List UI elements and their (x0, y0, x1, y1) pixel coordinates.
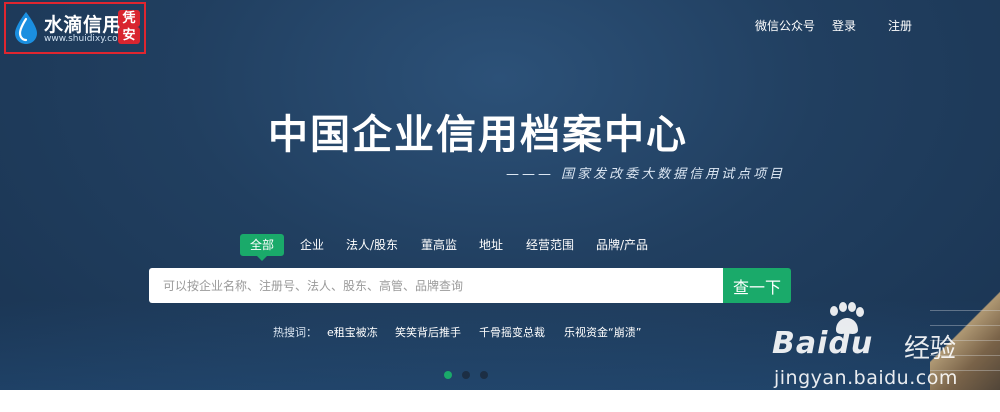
logo-seal: 凭 安 (118, 10, 140, 44)
tab-company[interactable]: 企业 (300, 234, 324, 256)
watermark-brand-du: du (828, 326, 874, 361)
carousel-dot-1[interactable] (444, 371, 452, 379)
logo[interactable]: 水滴信用 www.shuidixy.com 凭 安 (4, 2, 146, 54)
seal-line-1: 凭 (118, 10, 140, 27)
hot-search-item[interactable]: e租宝被冻 (327, 324, 378, 340)
hot-search-item[interactable]: 乐视资金“崩溃” (564, 324, 641, 340)
hot-search-item[interactable]: 千骨摇变总裁 (479, 324, 545, 340)
logo-url: www.shuidixy.com (44, 34, 127, 44)
nav-login[interactable]: 登录 (832, 17, 856, 34)
baidu-jingyan-watermark: Baidu 经验 jingyan.baidu.com (772, 300, 972, 395)
logo-title: 水滴信用 (44, 14, 123, 36)
carousel-dot-2[interactable] (462, 371, 470, 379)
watermark-jingyan: 经验 (904, 334, 957, 364)
tab-executives[interactable]: 董高监 (421, 234, 457, 256)
page-subtitle: ——— 国家发改委大数据信用试点项目 (506, 167, 786, 182)
tab-legal-person[interactable]: 法人/股东 (346, 234, 398, 256)
page: 水滴信用 www.shuidixy.com 凭 安 微信公众号 登录 注册 中国… (0, 0, 1000, 412)
watermark-url: jingyan.baidu.com (774, 367, 958, 389)
page-title: 中国企业信用档案中心 (268, 112, 688, 158)
search-button[interactable]: 查一下 (723, 268, 791, 303)
watermark-brand: Baidu (772, 326, 873, 361)
search-input[interactable] (149, 268, 723, 303)
water-drop-icon (15, 12, 37, 44)
tab-brand[interactable]: 品牌/产品 (596, 234, 648, 256)
tab-business-scope[interactable]: 经营范围 (526, 234, 574, 256)
tab-address[interactable]: 地址 (479, 234, 503, 256)
seal-line-2: 安 (118, 27, 140, 44)
nav-wechat[interactable]: 微信公众号 (755, 17, 815, 34)
nav-register[interactable]: 注册 (888, 17, 912, 34)
hot-search-item[interactable]: 笑笑背后推手 (395, 324, 461, 340)
tab-all[interactable]: 全部 (240, 234, 285, 261)
watermark-brand-bai: Bai (772, 326, 829, 361)
hot-search-label: 热搜词： (273, 326, 317, 339)
carousel-dot-3[interactable] (480, 371, 488, 379)
